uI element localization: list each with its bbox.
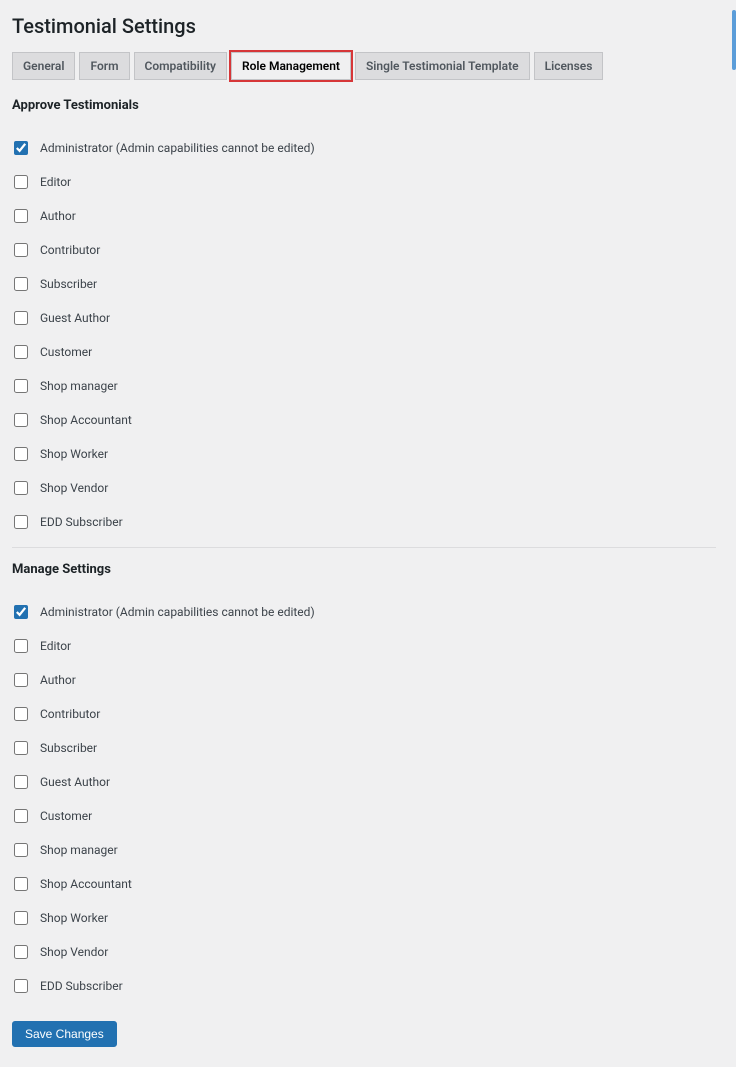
scrollbar-thumb[interactable] <box>732 10 736 70</box>
role-checkbox-administrator[interactable] <box>14 605 28 619</box>
role-label[interactable]: Administrator (Admin capabilities cannot… <box>40 141 315 155</box>
section-title: Approve Testimonials <box>12 98 716 113</box>
role-checkbox-contributor[interactable] <box>14 243 28 257</box>
tab-general[interactable]: General <box>12 52 75 80</box>
role-row: Administrator (Admin capabilities cannot… <box>12 595 716 629</box>
role-label[interactable]: Shop Worker <box>40 447 108 461</box>
role-row: Author <box>12 199 716 233</box>
role-label[interactable]: Subscriber <box>40 277 97 291</box>
role-checkbox-shop-worker[interactable] <box>14 447 28 461</box>
role-label[interactable]: Shop manager <box>40 843 118 857</box>
role-row: Editor <box>12 165 716 199</box>
role-row: Customer <box>12 799 716 833</box>
role-checkbox-editor[interactable] <box>14 175 28 189</box>
role-label[interactable]: Customer <box>40 809 92 823</box>
role-row: Shop Accountant <box>12 867 716 901</box>
role-row: Customer <box>12 335 716 369</box>
role-row: Contributor <box>12 697 716 731</box>
role-label[interactable]: Editor <box>40 639 71 653</box>
role-checkbox-shop-vendor[interactable] <box>14 945 28 959</box>
role-checkbox-author[interactable] <box>14 673 28 687</box>
role-checkbox-customer[interactable] <box>14 809 28 823</box>
role-row: Shop manager <box>12 369 716 403</box>
tab-nav: General Form Compatibility Role Manageme… <box>12 52 716 80</box>
role-label[interactable]: Subscriber <box>40 741 97 755</box>
role-label[interactable]: Shop Worker <box>40 911 108 925</box>
role-label[interactable]: Shop manager <box>40 379 118 393</box>
role-label[interactable]: Guest Author <box>40 311 110 325</box>
role-label[interactable]: Guest Author <box>40 775 110 789</box>
role-label[interactable]: Shop Vendor <box>40 481 108 495</box>
tab-role-management[interactable]: Role Management <box>231 52 351 80</box>
role-checkbox-customer[interactable] <box>14 345 28 359</box>
role-label[interactable]: Shop Accountant <box>40 413 132 427</box>
role-checkbox-administrator[interactable] <box>14 141 28 155</box>
role-checkbox-editor[interactable] <box>14 639 28 653</box>
role-row: EDD Subscriber <box>12 969 716 1003</box>
role-row: Contributor <box>12 233 716 267</box>
role-row: Guest Author <box>12 765 716 799</box>
role-checkbox-shop-accountant[interactable] <box>14 413 28 427</box>
role-checkbox-subscriber[interactable] <box>14 277 28 291</box>
role-row: Shop Vendor <box>12 935 716 969</box>
role-row: Shop Vendor <box>12 471 716 505</box>
role-checkbox-shop-manager[interactable] <box>14 843 28 857</box>
role-checkbox-author[interactable] <box>14 209 28 223</box>
role-label[interactable]: Contributor <box>40 707 100 721</box>
role-label[interactable]: Customer <box>40 345 92 359</box>
role-label[interactable]: EDD Subscriber <box>40 515 123 529</box>
role-checkbox-contributor[interactable] <box>14 707 28 721</box>
role-label[interactable]: Administrator (Admin capabilities cannot… <box>40 605 315 619</box>
tab-form[interactable]: Form <box>79 52 129 80</box>
role-row: Shop Accountant <box>12 403 716 437</box>
role-checkbox-shop-vendor[interactable] <box>14 481 28 495</box>
role-label[interactable]: Author <box>40 209 76 223</box>
role-row: Shop manager <box>12 833 716 867</box>
role-checkbox-shop-accountant[interactable] <box>14 877 28 891</box>
section-manage-settings: Manage Settings Administrator (Admin cap… <box>12 562 716 1003</box>
role-checkbox-guest-author[interactable] <box>14 775 28 789</box>
role-row: Guest Author <box>12 301 716 335</box>
role-row: Shop Worker <box>12 437 716 471</box>
section-title: Manage Settings <box>12 562 716 577</box>
page-title: Testimonial Settings <box>12 14 716 38</box>
role-checkbox-subscriber[interactable] <box>14 741 28 755</box>
role-checkbox-edd-subscriber[interactable] <box>14 515 28 529</box>
role-checkbox-shop-worker[interactable] <box>14 911 28 925</box>
role-checkbox-edd-subscriber[interactable] <box>14 979 28 993</box>
save-changes-button[interactable]: Save Changes <box>12 1021 117 1047</box>
role-label[interactable]: Shop Accountant <box>40 877 132 891</box>
role-row: EDD Subscriber <box>12 505 716 539</box>
role-row: Shop Worker <box>12 901 716 935</box>
section-approve-testimonials: Approve Testimonials Administrator (Admi… <box>12 98 716 539</box>
role-label[interactable]: Author <box>40 673 76 687</box>
role-label[interactable]: Editor <box>40 175 71 189</box>
role-row: Editor <box>12 629 716 663</box>
role-row: Subscriber <box>12 267 716 301</box>
role-checkbox-shop-manager[interactable] <box>14 379 28 393</box>
role-row: Author <box>12 663 716 697</box>
role-label[interactable]: Contributor <box>40 243 100 257</box>
section-divider <box>12 547 716 548</box>
role-row: Subscriber <box>12 731 716 765</box>
tab-licenses[interactable]: Licenses <box>534 52 604 80</box>
settings-wrap: Testimonial Settings General Form Compat… <box>0 0 736 1067</box>
tab-compatibility[interactable]: Compatibility <box>134 52 228 80</box>
tab-single-testimonial-template[interactable]: Single Testimonial Template <box>355 52 530 80</box>
role-row: Administrator (Admin capabilities cannot… <box>12 131 716 165</box>
role-label[interactable]: Shop Vendor <box>40 945 108 959</box>
role-label[interactable]: EDD Subscriber <box>40 979 123 993</box>
role-checkbox-guest-author[interactable] <box>14 311 28 325</box>
